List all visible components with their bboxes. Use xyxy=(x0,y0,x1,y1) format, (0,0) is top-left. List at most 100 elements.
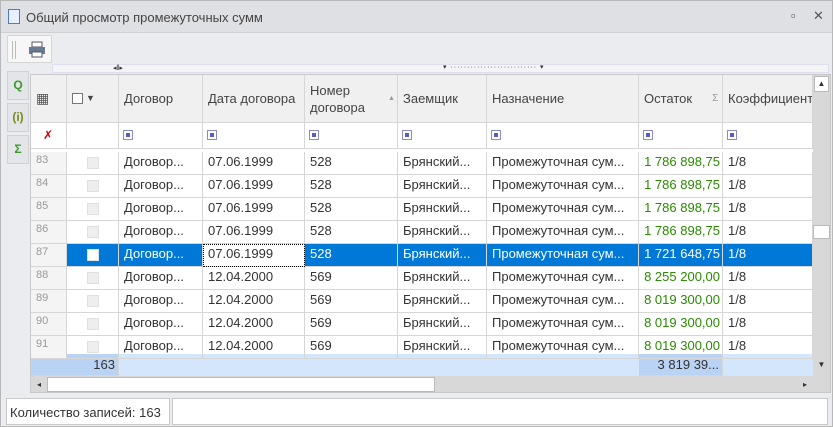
cell-coef: 1/8 xyxy=(723,313,813,336)
row-checkbox[interactable] xyxy=(87,341,99,353)
filter-operator-icon[interactable] xyxy=(491,130,501,140)
column-header-chk[interactable]: ▼ xyxy=(67,75,119,123)
filter-cell-date[interactable] xyxy=(203,123,305,149)
maximize-icon[interactable]: ▫ xyxy=(791,8,796,23)
column-header-label: Коэффициент xyxy=(728,91,813,106)
cell-date: 12.04.2000 xyxy=(203,336,305,359)
cell-date: 07.06.1999 xyxy=(203,221,305,244)
column-chooser-icon[interactable]: ▦ xyxy=(36,90,49,107)
filter-cell-contract[interactable] xyxy=(119,123,203,149)
filter-operator-icon[interactable] xyxy=(207,130,217,140)
column-header-num[interactable]: ▦ xyxy=(31,75,67,123)
record-count-status: Количество записей: 163 xyxy=(6,398,170,425)
column-header-balance[interactable]: Остаток Σ xyxy=(639,75,723,123)
chevron-down-icon[interactable]: ▼ xyxy=(86,90,95,107)
sigma-icon[interactable]: Σ xyxy=(7,135,29,164)
cell-coef: 1/8 xyxy=(723,244,813,267)
cell-chk[interactable] xyxy=(67,198,119,221)
row-checkbox[interactable] xyxy=(87,249,99,261)
cell-coef: 1/8 xyxy=(723,198,813,221)
column-header-number[interactable]: Номер договора ▲ xyxy=(305,75,398,123)
cell-chk[interactable] xyxy=(67,221,119,244)
row-checkbox[interactable] xyxy=(87,295,99,307)
cell-purpose: Промежуточная сум... xyxy=(487,244,639,267)
cell-date: 12.04.2000 xyxy=(203,313,305,336)
cell-chk[interactable] xyxy=(67,175,119,198)
cell-contract: Договор... xyxy=(119,152,203,175)
data-grid: 163 3 819 39... ▲ ▼ ◂ ▸ ▦ ✗ ▼ Договор Дата до… xyxy=(30,74,831,393)
horizontal-scroll-thumb[interactable] xyxy=(47,377,435,392)
scroll-down-button[interactable]: ▼ xyxy=(814,357,829,373)
cell-coef: 1/8 xyxy=(723,290,813,313)
cell-date: 07.06.1999 xyxy=(203,175,305,198)
filter-cell-borrower[interactable] xyxy=(398,123,487,149)
row-checkbox[interactable] xyxy=(87,203,99,215)
cell-date: 07.06.1999 xyxy=(203,152,305,175)
horizontal-scrollbar[interactable]: ◂ ▸ xyxy=(31,376,830,392)
vertical-scroll-thumb[interactable] xyxy=(813,225,830,239)
filter-operator-icon[interactable] xyxy=(309,130,319,140)
band-range-icon[interactable]: ▾ ·························· ▾ xyxy=(443,63,545,71)
cell-chk[interactable] xyxy=(67,336,119,359)
cell-num: 87 xyxy=(31,244,67,267)
column-header-contract[interactable]: Договор xyxy=(119,75,203,123)
cell-chk[interactable] xyxy=(67,152,119,175)
filter-operator-icon[interactable] xyxy=(643,130,653,140)
cell-borrower: Брянский... xyxy=(398,290,487,313)
scroll-left-button[interactable]: ◂ xyxy=(31,376,47,392)
cell-date: 07.06.1999 xyxy=(203,198,305,221)
cell-num: 86 xyxy=(31,221,67,244)
cell-balance: 1 786 898,75 xyxy=(639,152,723,175)
filter-clear-icon[interactable]: ✗ xyxy=(31,123,67,149)
cell-number: 528 xyxy=(305,198,398,221)
filter-cell-coef[interactable] xyxy=(723,123,813,149)
toolbar-grip[interactable] xyxy=(12,41,16,59)
cell-chk[interactable] xyxy=(67,244,119,267)
row-checkbox[interactable] xyxy=(87,180,99,192)
cell-purpose: Промежуточная сум... xyxy=(487,175,639,198)
cell-num: 90 xyxy=(31,313,67,336)
column-header-purpose[interactable]: Назначение xyxy=(487,75,639,123)
row-checkbox[interactable] xyxy=(87,157,99,169)
filter-operator-icon[interactable] xyxy=(402,130,412,140)
cell-chk[interactable] xyxy=(67,290,119,313)
cell-contract: Договор... xyxy=(119,267,203,290)
cell-balance: 8 019 300,00 xyxy=(639,336,723,359)
scroll-right-button[interactable]: ▸ xyxy=(797,376,813,392)
filter-operator-icon[interactable] xyxy=(123,130,133,140)
cell-number: 528 xyxy=(305,221,398,244)
column-header-label: Назначение xyxy=(492,91,565,106)
cell-balance: 8 019 300,00 xyxy=(639,290,723,313)
cell-chk[interactable] xyxy=(67,267,119,290)
column-header-borrower[interactable]: Заемщик xyxy=(398,75,487,123)
search-icon[interactable]: Q xyxy=(7,71,29,100)
info-icon[interactable]: (i) xyxy=(7,103,29,132)
row-checkbox[interactable] xyxy=(87,272,99,284)
filter-cell-number[interactable] xyxy=(305,123,398,149)
vertical-scrollbar[interactable]: ▲ ▼ xyxy=(813,75,830,376)
filter-operator-icon[interactable] xyxy=(727,130,737,140)
window: Общий просмотр промежуточных сумм ▫ ✕ Q (… xyxy=(0,0,833,427)
column-header-label: Остаток xyxy=(644,91,693,106)
cell-borrower: Брянский... xyxy=(398,336,487,359)
column-header-date[interactable]: Дата договора xyxy=(203,75,305,123)
cell-borrower: Брянский... xyxy=(398,175,487,198)
filter-cell-purpose[interactable] xyxy=(487,123,639,149)
filter-cell-balance[interactable] xyxy=(639,123,723,149)
column-header-coef[interactable]: Коэффициент xyxy=(723,75,813,123)
filter-cell-chk[interactable] xyxy=(67,123,119,149)
band-resize-icon[interactable]: ◂‖▸ xyxy=(113,64,123,72)
cell-chk[interactable] xyxy=(67,313,119,336)
cell-purpose: Промежуточная сум... xyxy=(487,221,639,244)
row-checkbox[interactable] xyxy=(87,226,99,238)
filter-clear-icon[interactable]: ✗ xyxy=(43,128,53,142)
cell-contract: Договор... xyxy=(119,290,203,313)
close-icon[interactable]: ✕ xyxy=(813,8,824,24)
printer-icon[interactable] xyxy=(28,41,46,58)
select-all-checkbox[interactable] xyxy=(72,93,83,104)
scroll-up-button[interactable]: ▲ xyxy=(814,76,829,92)
cell-num: 84 xyxy=(31,175,67,198)
row-checkbox[interactable] xyxy=(87,318,99,330)
cell-purpose: Промежуточная сум... xyxy=(487,152,639,175)
cell-date: 12.04.2000 xyxy=(203,290,305,313)
